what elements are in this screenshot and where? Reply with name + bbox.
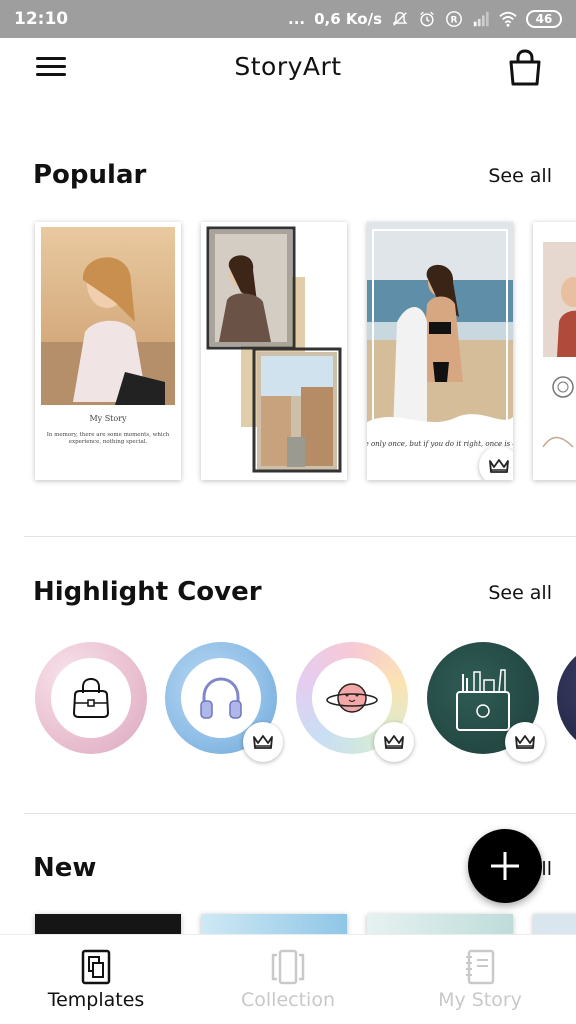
nav-tab-templates[interactable]: Templates <box>0 935 192 1024</box>
highlight-cover[interactable] <box>296 642 414 762</box>
premium-crown-icon <box>505 722 545 762</box>
bottom-navigation: Templates Collection My Story <box>0 934 576 1024</box>
create-story-button[interactable] <box>468 829 542 903</box>
highlight-title: Highlight Cover <box>33 577 262 607</box>
nav-tab-collection[interactable]: Collection <box>192 935 384 1024</box>
popular-template-card[interactable]: You live only once, but if you do it rig… <box>367 222 513 480</box>
nav-label: Templates <box>47 989 145 1011</box>
card-caption-text: In memory, there are some moments, which… <box>46 432 170 446</box>
popular-template-card[interactable] <box>533 222 576 480</box>
template-preview-image: You live only once, but if you do it rig… <box>367 222 513 480</box>
premium-crown-icon <box>243 722 283 762</box>
app-title: StoryArt <box>234 52 342 81</box>
status-icons: ... 0,6 Ko/s R 46 <box>288 10 562 28</box>
highlight-cover[interactable] <box>557 642 576 754</box>
popular-template-card[interactable]: My Story In memory, there are some momen… <box>35 222 181 480</box>
app-bar: StoryArt <box>0 38 576 100</box>
notebook-icon <box>466 949 495 985</box>
premium-crown-icon <box>479 446 513 480</box>
nav-tab-my-story[interactable]: My Story <box>384 935 576 1024</box>
status-bar: 12:10 ... 0,6 Ko/s R 46 <box>0 0 576 38</box>
wifi-icon <box>499 11 517 27</box>
card-caption-title: My Story <box>89 414 127 423</box>
collection-icon <box>271 949 305 985</box>
popular-see-all-link[interactable]: See all <box>488 165 552 187</box>
popular-title: Popular <box>33 160 147 190</box>
new-title: New <box>33 853 97 883</box>
status-dots: ... <box>288 10 306 28</box>
section-divider <box>24 536 576 537</box>
plus-icon <box>491 852 519 880</box>
popular-template-card[interactable] <box>201 222 347 480</box>
network-speed: 0,6 Ko/s <box>314 10 382 28</box>
highlight-cover[interactable] <box>427 642 545 762</box>
mute-bell-icon <box>392 11 408 26</box>
handbag-icon <box>72 677 110 718</box>
nav-label: Collection <box>241 989 335 1011</box>
template-preview-image <box>542 242 576 448</box>
highlight-see-all-link[interactable]: See all <box>488 582 552 604</box>
templates-icon <box>81 949 111 985</box>
signal-icon <box>473 11 489 27</box>
premium-crown-icon <box>374 722 414 762</box>
app-screen: 12:10 ... 0,6 Ko/s R 46 StoryArt Popular… <box>0 0 576 1024</box>
shopping-bag-icon[interactable] <box>506 48 544 88</box>
svg-text:R: R <box>451 16 458 26</box>
headphones-icon <box>200 677 242 719</box>
battery-icon: 46 <box>526 10 562 28</box>
cover-inner <box>51 658 131 738</box>
planet-icon <box>326 683 378 713</box>
alarm-icon <box>420 11 434 27</box>
highlight-cover[interactable] <box>35 642 147 754</box>
highlight-cover[interactable] <box>165 642 283 762</box>
registered-icon: R <box>446 11 462 27</box>
template-preview-image <box>206 226 342 473</box>
status-time: 12:10 <box>14 9 69 29</box>
section-divider <box>24 813 576 814</box>
nav-label: My Story <box>438 989 522 1011</box>
